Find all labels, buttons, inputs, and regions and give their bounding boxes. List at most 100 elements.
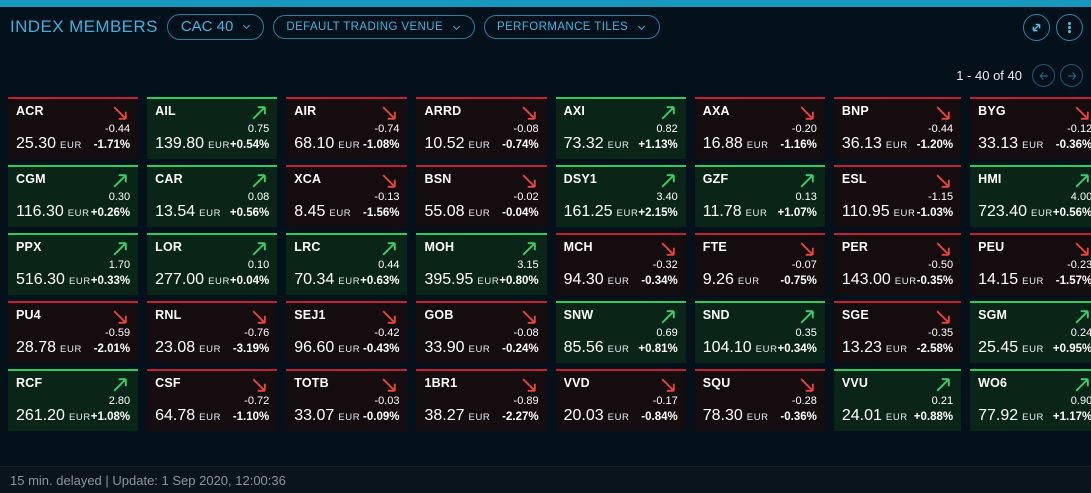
- percent-change: -0.84%: [641, 411, 677, 423]
- performance-tile[interactable]: CSF -0.72 64.78 EUR -1.10%: [147, 369, 277, 431]
- header-actions: [1023, 14, 1083, 41]
- currency-label: EUR: [338, 140, 360, 151]
- tile-header: MOH: [424, 240, 538, 259]
- performance-tile[interactable]: WO6 0.90 77.92 EUR +1.17%: [970, 369, 1091, 431]
- trend-up-icon: [110, 239, 130, 259]
- performance-tile[interactable]: BSN -0.02 55.08 EUR -0.04%: [416, 165, 546, 227]
- currency-label: EUR: [608, 276, 630, 287]
- delay-update-status: 15 min. delayed | Update: 1 Sep 2020, 12…: [10, 473, 286, 488]
- performance-tile[interactable]: AXA -0.20 16.88 EUR -1.16%: [695, 97, 825, 159]
- performance-tile[interactable]: SEJ1 -0.42 96.60 EUR -0.43%: [286, 301, 407, 363]
- percent-change: -0.09%: [363, 411, 399, 423]
- performance-tile[interactable]: AXI 0.82 73.32 EUR +1.13%: [556, 97, 686, 159]
- performance-tile[interactable]: MOH 3.15 395.95 EUR +0.80%: [416, 233, 546, 295]
- price-row: 516.30 EUR +0.33%: [16, 271, 130, 289]
- next-page-button[interactable]: [1060, 64, 1083, 87]
- tile-header: DSY1: [564, 172, 678, 191]
- performance-tile[interactable]: XCA -0.13 8.45 EUR -1.56%: [286, 165, 407, 227]
- performance-tile[interactable]: PU4 -0.59 28.78 EUR -2.01%: [8, 301, 138, 363]
- ticker-symbol: RCF: [16, 376, 42, 390]
- performance-tile[interactable]: FTE -0.07 9.26 EUR -0.75%: [695, 233, 825, 295]
- performance-tile[interactable]: LRC 0.44 70.34 EUR +0.63%: [286, 233, 407, 295]
- price-row: 14.15 EUR -1.57%: [978, 271, 1091, 289]
- trend-down-icon: [249, 307, 269, 327]
- view-mode-dropdown[interactable]: PERFORMANCE TILES: [484, 15, 660, 39]
- performance-tile[interactable]: PEU -0.23 14.15 EUR -1.57%: [970, 233, 1091, 295]
- net-change-value: 3.40: [564, 192, 678, 203]
- performance-tile[interactable]: LOR 0.10 277.00 EUR +0.04%: [147, 233, 277, 295]
- performance-tile[interactable]: GZF 0.13 11.78 EUR +1.07%: [695, 165, 825, 227]
- ticker-symbol: SQU: [703, 376, 731, 390]
- performance-tile[interactable]: ACR -0.44 25.30 EUR -1.71%: [8, 97, 138, 159]
- expand-button[interactable]: [1023, 14, 1050, 41]
- performance-tile[interactable]: RNL -0.76 23.08 EUR -3.19%: [147, 301, 277, 363]
- performance-tile[interactable]: AIL 0.75 139.80 EUR +0.54%: [147, 97, 277, 159]
- currency-label: EUR: [886, 412, 908, 423]
- net-change-value: -0.28: [703, 396, 817, 407]
- trend-down-icon: [379, 307, 399, 327]
- performance-tile[interactable]: BYG -0.12 33.13 EUR -0.36%: [970, 97, 1091, 159]
- currency-label: EUR: [199, 344, 221, 355]
- net-change-value: -0.02: [424, 192, 538, 203]
- net-change-value: 0.21: [842, 396, 953, 407]
- last-price: 395.95: [424, 271, 473, 289]
- performance-tile[interactable]: SNW 0.69 85.56 EUR +0.81%: [556, 301, 686, 363]
- performance-tile[interactable]: PER -0.50 143.00 EUR -0.35%: [834, 233, 961, 295]
- net-change-value: -0.17: [564, 396, 678, 407]
- tile-header: FTE: [703, 240, 817, 259]
- last-price: 8.45: [294, 203, 325, 221]
- percent-change: -0.34%: [641, 275, 677, 287]
- index-selector-dropdown[interactable]: CAC 40: [167, 14, 265, 40]
- last-price: 139.80: [155, 135, 204, 153]
- performance-tile[interactable]: AIR -0.74 68.10 EUR -1.08%: [286, 97, 407, 159]
- performance-tile[interactable]: VVU 0.21 24.01 EUR +0.88%: [834, 369, 961, 431]
- previous-page-button[interactable]: [1032, 64, 1055, 87]
- performance-tile[interactable]: MCH -0.32 94.30 EUR -0.34%: [556, 233, 686, 295]
- trend-up-icon: [658, 307, 678, 327]
- performance-tile[interactable]: VVD -0.17 20.03 EUR -0.84%: [556, 369, 686, 431]
- tile-header: PER: [842, 240, 953, 259]
- percent-change: -1.10%: [233, 411, 269, 423]
- overflow-menu-button[interactable]: [1056, 14, 1083, 41]
- performance-tile[interactable]: GOB -0.08 33.90 EUR -0.24%: [416, 301, 546, 363]
- performance-tile[interactable]: CAR 0.08 13.54 EUR +0.56%: [147, 165, 277, 227]
- trend-down-icon: [379, 103, 399, 123]
- tile-header: RCF: [16, 376, 130, 395]
- performance-tile[interactable]: HMI 4.00 723.40 EUR +0.56%: [970, 165, 1091, 227]
- trend-up-icon: [797, 171, 817, 191]
- tile-header: AIR: [294, 104, 399, 123]
- performance-tile[interactable]: RCF 2.80 261.20 EUR +1.08%: [8, 369, 138, 431]
- last-price: 277.00: [155, 271, 204, 289]
- performance-tile[interactable]: SQU -0.28 78.30 EUR -0.36%: [695, 369, 825, 431]
- percent-change: +0.95%: [1053, 343, 1091, 355]
- price-row: 10.52 EUR -0.74%: [424, 135, 538, 153]
- ticker-symbol: SND: [703, 308, 730, 322]
- performance-tile[interactable]: DSY1 3.40 161.25 EUR +2.15%: [556, 165, 686, 227]
- performance-tile[interactable]: SND 0.35 104.10 EUR +0.34%: [695, 301, 825, 363]
- performance-tile[interactable]: PPX 1.70 516.30 EUR +0.33%: [8, 233, 138, 295]
- ticker-symbol: ACR: [16, 104, 44, 118]
- performance-tile[interactable]: 1BR1 -0.89 38.27 EUR -2.27%: [416, 369, 546, 431]
- percent-change: -0.36%: [1056, 139, 1091, 151]
- net-change-value: 0.90: [978, 396, 1091, 407]
- tile-header: VVD: [564, 376, 678, 395]
- net-change-value: -0.08: [424, 124, 538, 135]
- tile-header: SGM: [978, 308, 1091, 327]
- percent-change: -2.01%: [94, 343, 130, 355]
- performance-tile[interactable]: SGE -0.35 13.23 EUR -2.58%: [834, 301, 961, 363]
- performance-tile[interactable]: CGM 0.30 116.30 EUR +0.26%: [8, 165, 138, 227]
- price-row: 13.23 EUR -2.58%: [842, 339, 953, 357]
- percent-change: +0.56%: [1053, 207, 1091, 219]
- performance-tile[interactable]: SGM 0.24 25.45 EUR +0.95%: [970, 301, 1091, 363]
- trading-venue-dropdown[interactable]: DEFAULT TRADING VENUE: [273, 15, 475, 39]
- performance-tile[interactable]: TOTB -0.03 33.07 EUR -0.09%: [286, 369, 407, 431]
- currency-label: EUR: [608, 412, 630, 423]
- performance-tile[interactable]: BNP -0.44 36.13 EUR -1.20%: [834, 97, 961, 159]
- currency-label: EUR: [338, 276, 360, 287]
- performance-tile[interactable]: ESL -1.15 110.95 EUR -1.03%: [834, 165, 961, 227]
- percent-change: -1.56%: [363, 207, 399, 219]
- performance-tile[interactable]: ARRD -0.08 10.52 EUR -0.74%: [416, 97, 546, 159]
- percent-change: -1.08%: [363, 139, 399, 151]
- currency-label: EUR: [329, 208, 351, 219]
- trend-down-icon: [110, 103, 130, 123]
